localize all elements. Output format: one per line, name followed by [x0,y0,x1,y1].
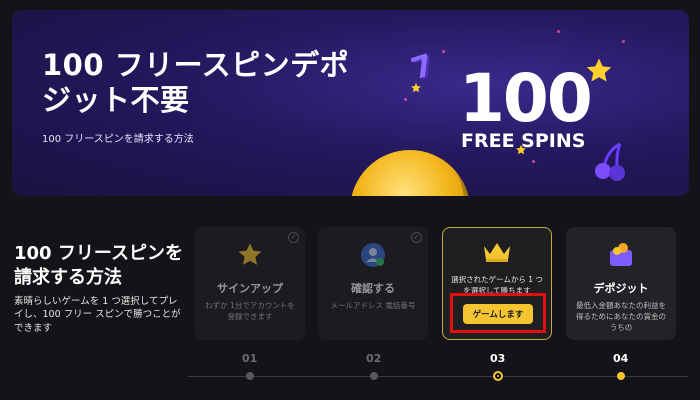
check-icon: ✓ [288,232,299,243]
step-card-deposit[interactable]: デポジット 最低入金額あなたの利益を得るためにあなたの賞金のうちの [566,227,676,340]
progress-track [188,376,688,377]
crown-icon [484,243,510,262]
free-spins-label: FREE SPINS [461,130,586,152]
section-title: 100 フリースピンを請求する方法 [14,243,183,289]
progress-dot-current[interactable] [493,371,503,381]
step-card-signup[interactable]: ✓ サインアップ わずか 1分でアカウントを登録できます [195,227,305,340]
banner-title: 100 フリースピンデポジット不要 [42,48,350,118]
highlight-box [450,293,546,333]
star-icon [238,243,262,265]
banner-subtitle: 100 フリースピンを請求する方法 [42,134,194,145]
progress-dot[interactable] [246,372,254,380]
step-number: 03 [490,352,506,365]
step-title: デポジット [593,282,649,295]
wallet-icon [610,243,632,266]
step-description: わずか 1分でアカウントを登録できます [205,301,295,321]
step-description: 最低入金額あなたの利益を得るためにあなたの賞金のうちの [576,301,666,332]
step-title: 確認する [351,282,395,295]
verify-profile-icon [361,243,385,267]
step-card-verify[interactable]: ✓ 確認する メールアドレス 電話番号 [318,227,428,340]
progress-dot[interactable] [617,372,625,380]
promo-banner: 7 100 フリースピンデポジット不要 100 フリースピンを請求する方法 10… [12,10,689,196]
step-number: 02 [366,352,382,365]
free-spins-number: 100 [459,60,593,137]
step-number: 01 [242,352,258,365]
section-description: 素晴らしいゲームを 1 つ選択してプレイし、100 フリー スピンで勝つことがで… [14,296,181,334]
progress-dot[interactable] [370,372,378,380]
step-title: サインアップ [217,282,283,295]
step-description: メールアドレス 電話番号 [330,301,416,310]
check-icon: ✓ [411,232,422,243]
cherry-icon [595,142,625,181]
gold-coin-icon [350,150,470,196]
step-number: 04 [613,352,629,365]
small-star-icon [411,83,421,93]
